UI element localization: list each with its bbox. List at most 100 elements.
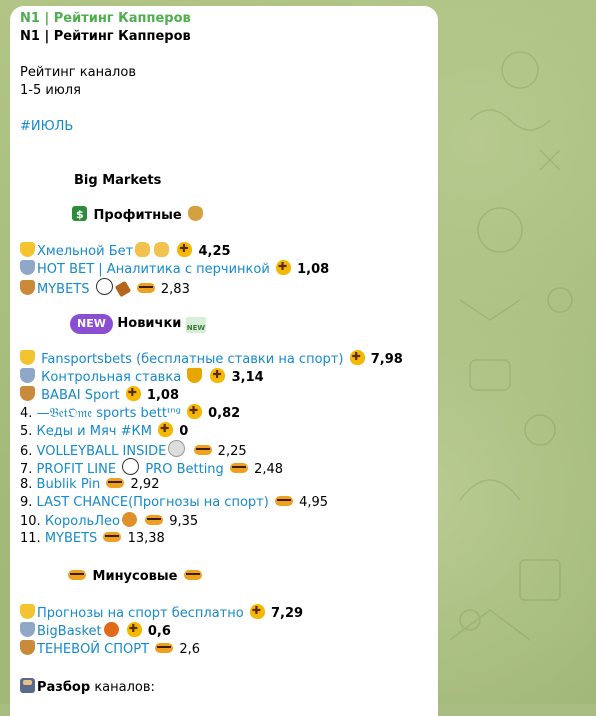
profit-title: Профитные bbox=[93, 208, 182, 223]
profit-title-row: Профитные bbox=[70, 206, 205, 225]
intro-line-1: Рейтинг каналов bbox=[20, 65, 136, 80]
gold-medal-icon bbox=[20, 604, 35, 619]
list-item: ТЕНЕВОЙ СПОРТ 2,6 bbox=[18, 640, 200, 659]
channel-link[interactable]: HOT BET | Аналитика с перчинкой bbox=[37, 262, 270, 277]
channel-link[interactable]: Контрольная ставка bbox=[41, 370, 181, 385]
item-value: 2,92 bbox=[130, 477, 160, 492]
item-value: 0 bbox=[179, 424, 189, 439]
profit-icon bbox=[126, 620, 142, 638]
list-item: Fansportsbets (бесплатные ставки на спор… bbox=[18, 348, 403, 369]
volleyball-icon bbox=[168, 440, 186, 457]
new-title-row: NEW Новички NEW bbox=[70, 314, 206, 334]
item-number: 10. bbox=[20, 514, 41, 529]
item-value: 2,48 bbox=[254, 462, 284, 477]
bronze-medal-icon bbox=[20, 640, 35, 655]
soccer-ball-icon bbox=[95, 278, 113, 295]
item-value: 2,6 bbox=[179, 642, 200, 657]
list-item: 5. Кеды и Мяч #КМ 0 bbox=[20, 420, 189, 441]
channel-link[interactable]: —𝔅𝔢𝔱𝔒𝔪𝔢 sports bettᶦⁿᵍ bbox=[37, 406, 181, 421]
soccer-ball-icon bbox=[122, 458, 140, 475]
loss-icon bbox=[274, 496, 293, 506]
gold-medal-icon bbox=[20, 242, 35, 257]
profit-icon bbox=[275, 258, 291, 276]
lion-icon bbox=[121, 512, 137, 527]
minus-title: Минусовые bbox=[92, 569, 178, 584]
channel-link[interactable]: Fansportsbets (бесплатные ставки на спор… bbox=[41, 352, 343, 367]
hashtag-link[interactable]: #ИЮЛЬ bbox=[20, 118, 73, 136]
list-item: 4. —𝔅𝔢𝔱𝔒𝔪𝔢 sports bettᶦⁿᵍ 0,82 bbox=[20, 402, 241, 423]
loss-icon bbox=[155, 643, 174, 653]
dollar-icon bbox=[72, 206, 87, 224]
item-number: 4. bbox=[20, 406, 33, 421]
bronze-medal-icon bbox=[20, 386, 35, 401]
gold-medal-icon bbox=[20, 350, 35, 365]
channel-link[interactable]: КорольЛео bbox=[45, 514, 120, 529]
list-item: 9. LAST CHANCE(Прогнозы на спорт) 4,95 bbox=[20, 494, 328, 512]
judge-icon bbox=[20, 678, 35, 693]
item-value: 9,35 bbox=[169, 514, 199, 529]
list-item: 10. КорольЛео 9,35 bbox=[20, 512, 198, 531]
minus-title-row: Минусовые bbox=[66, 568, 204, 586]
channel-name[interactable]: N1 | Рейтинг Капперов bbox=[20, 10, 191, 28]
list-item: MYBETS 2,83 bbox=[18, 278, 190, 299]
item-value: 3,14 bbox=[231, 370, 264, 385]
loss-icon bbox=[103, 532, 122, 542]
new-button-icon: NEW bbox=[185, 317, 206, 333]
list-item: Хмельной Бет 4,25 bbox=[18, 240, 231, 261]
list-item: Контрольная ставка 3,14 bbox=[18, 366, 264, 387]
list-item: Прогнозы на спорт бесплатно 7,29 bbox=[18, 602, 304, 623]
channel-link[interactable]: LAST CHANCE(Прогнозы на спорт) bbox=[37, 495, 269, 510]
basketball-icon bbox=[103, 622, 119, 637]
loss-icon bbox=[136, 283, 155, 293]
channel-link[interactable]: BigBasket bbox=[37, 624, 102, 639]
loss-icon bbox=[106, 478, 125, 488]
channel-link[interactable]: MYBETS bbox=[37, 282, 89, 297]
channel-link[interactable]: VOLLEYBALL INSIDE bbox=[37, 444, 167, 459]
channel-link[interactable]: MYBETS bbox=[45, 531, 97, 546]
profit-icon bbox=[125, 384, 141, 402]
item-value: 7,98 bbox=[370, 352, 403, 367]
section-title: Big Markets bbox=[74, 173, 162, 188]
item-value: 4,95 bbox=[299, 495, 329, 510]
list-item: 11. MYBETS 13,38 bbox=[20, 530, 165, 548]
ok-hand-icon bbox=[154, 242, 170, 257]
loss-icon bbox=[68, 570, 86, 580]
analysis-row: Разбор каналов: bbox=[18, 678, 155, 697]
channel-link[interactable]: Прогнозы на спорт бесплатно bbox=[37, 606, 244, 621]
trophy-icon bbox=[187, 368, 203, 383]
item-value: 1,08 bbox=[297, 262, 330, 277]
item-value: 2,25 bbox=[217, 444, 247, 459]
channel-link-2[interactable]: PRO Betting bbox=[145, 462, 223, 477]
item-value: 2,83 bbox=[160, 282, 190, 297]
item-number: 11. bbox=[20, 531, 41, 546]
profit-icon bbox=[249, 602, 265, 620]
bronze-medal-icon bbox=[20, 280, 35, 295]
post-heading: N1 | Рейтинг Капперов bbox=[20, 29, 191, 44]
loss-icon bbox=[193, 445, 212, 455]
item-number: 7. bbox=[20, 462, 33, 477]
item-number: 8. bbox=[20, 477, 33, 492]
profit-icon bbox=[158, 420, 174, 438]
loss-icon bbox=[184, 570, 203, 580]
list-item: BigBasket 0,6 bbox=[18, 620, 171, 641]
item-value: 0,82 bbox=[208, 406, 241, 421]
silver-medal-icon bbox=[20, 622, 35, 637]
channel-link[interactable]: Хмельной Бет bbox=[37, 244, 133, 259]
channel-link[interactable]: PROFIT LINE bbox=[37, 462, 117, 477]
loss-icon bbox=[145, 515, 164, 525]
item-value: 7,29 bbox=[270, 606, 304, 621]
item-value: 13,38 bbox=[127, 531, 165, 546]
item-number: 6. bbox=[20, 444, 33, 459]
list-item: BABAI Sport 1,08 bbox=[18, 384, 179, 405]
money-bag-icon bbox=[188, 206, 204, 221]
item-value: 0,6 bbox=[147, 624, 171, 639]
channel-link[interactable]: ТЕНЕВОЙ СПОРТ bbox=[37, 642, 149, 657]
list-item: HOT BET | Аналитика с перчинкой 1,08 bbox=[18, 258, 330, 279]
silver-medal-icon bbox=[20, 260, 35, 275]
profit-icon bbox=[349, 348, 365, 366]
item-number: 5. bbox=[20, 424, 33, 439]
channel-link[interactable]: Bublik Pin bbox=[37, 477, 101, 492]
channel-link[interactable]: Кеды и Мяч #КМ bbox=[37, 424, 152, 439]
item-number: 9. bbox=[20, 495, 33, 510]
channel-link[interactable]: BABAI Sport bbox=[41, 388, 120, 403]
